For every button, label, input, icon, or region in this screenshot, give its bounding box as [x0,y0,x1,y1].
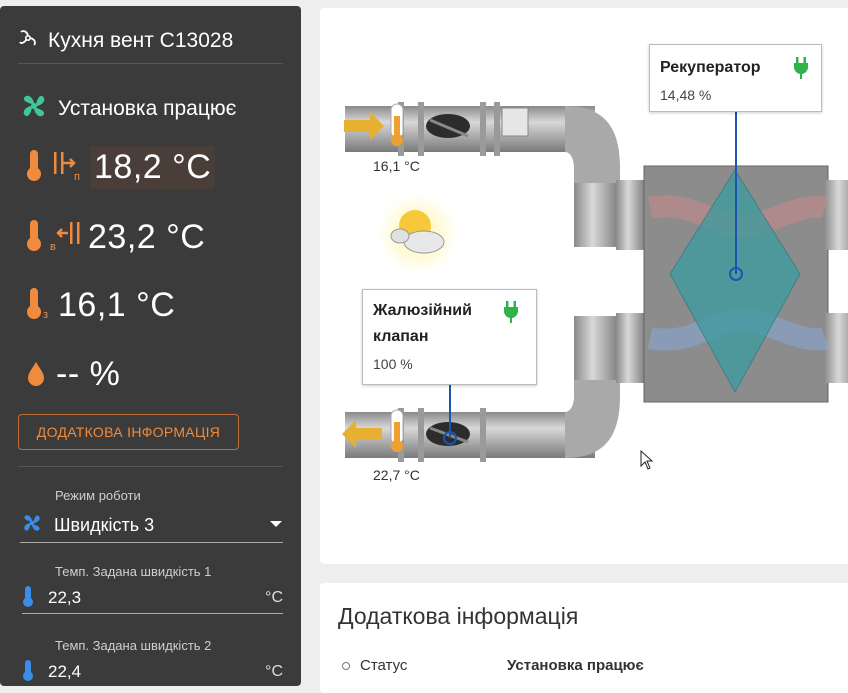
humidity-sensor: -- % [24,354,120,395]
speed2-temp-field[interactable]: 22,4 °C [22,657,283,686]
additional-info-title: Додаткова інформація [338,603,579,629]
svg-text:з: з [43,309,48,321]
thermometer-icon: з [24,284,58,327]
damper-title-line1: Жалюзійний [373,302,472,319]
device-header: Кухня вент C13028 [18,28,233,53]
inlet-temp: 16,1 °C [373,158,420,174]
additional-info-button[interactable]: ДОДАТКОВА ІНФОРМАЦІЯ [18,414,239,450]
divider [18,466,283,467]
outdoor-temp-sensor: з 16,1 °C [24,284,175,327]
status-row: Установка працює [18,90,236,127]
ventilation-diagram: 16,1 °C 22,7 °C Рекуператор 14,48 % Жалю… [320,8,848,564]
mode-label: Режим роботи [55,488,141,503]
damper-title-line2: клапан [373,328,429,345]
divider [18,63,283,64]
status-value: Установка працює [507,657,644,674]
recuperator-value: 14,48 % [660,87,712,103]
additional-info-card: Додаткова інформація Статус Установка пр… [320,583,848,693]
fan-outline-icon [18,28,38,53]
extract-temp-value: 23,2 °C [88,218,206,256]
water-drop-icon [24,354,48,395]
damper-callout[interactable]: Жалюзійний клапан 100 % [362,289,537,385]
svg-text:в: в [50,241,56,253]
speed2-temp-unit: °C [265,663,283,680]
chevron-down-icon[interactable] [269,516,283,534]
device-title: Кухня вент C13028 [48,28,234,52]
speed1-temp-field[interactable]: 22,3 °C [22,583,283,614]
device-panel: Кухня вент C13028 Установка працює п 18,… [0,6,301,686]
status-label: Статус [360,657,408,674]
plug-icon [793,57,809,84]
thermometer-icon [22,584,34,613]
damper-blades [426,422,470,446]
supply-temp-value: 18,2 °C [90,146,216,189]
inlet-thermometer [390,103,404,146]
outlet-temp: 22,7 °C [373,467,420,483]
speed1-temp-unit: °C [265,589,283,606]
supply-temp-sensor: п 18,2 °C [24,146,216,189]
humidity-value: -- % [56,355,121,393]
recuperator-title: Рекуператор [660,59,761,76]
mouse-cursor-icon [640,449,654,475]
mode-select[interactable]: Швидкість 3 [20,508,283,543]
outdoor-temp-value: 16,1 °C [58,286,176,324]
svg-text:п: п [74,171,80,183]
supply-fan [426,114,470,138]
plug-icon [503,301,519,328]
outlet-thermometer [390,409,404,452]
mode-value: Швидкість 3 [54,514,155,535]
extract-air-icon: в [50,216,86,259]
thermometer-icon [22,658,34,687]
speed2-temp-label: Темп. Задана швидкість 2 [55,638,212,653]
speed1-temp-value[interactable]: 22,3 [48,588,265,608]
speed2-temp-value[interactable]: 22,4 [48,662,265,682]
supply-air-icon: п [52,146,86,189]
weather-sun-cloud-icon [372,188,464,280]
status-info-row: Статус Установка працює [342,657,644,674]
recuperator-callout[interactable]: Рекуператор 14,48 % [649,44,822,112]
device-status: Установка працює [58,96,237,120]
thermometer-icon [24,216,46,259]
bullet-icon [342,661,350,670]
damper-value: 100 % [373,356,413,372]
speed1-temp-label: Темп. Задана швидкість 1 [55,564,212,579]
recuperator-unit [643,165,848,403]
extract-temp-sensor: в 23,2 °C [24,216,205,259]
fan-icon [18,90,50,127]
fan-icon [20,511,44,540]
thermometer-icon [24,146,46,189]
